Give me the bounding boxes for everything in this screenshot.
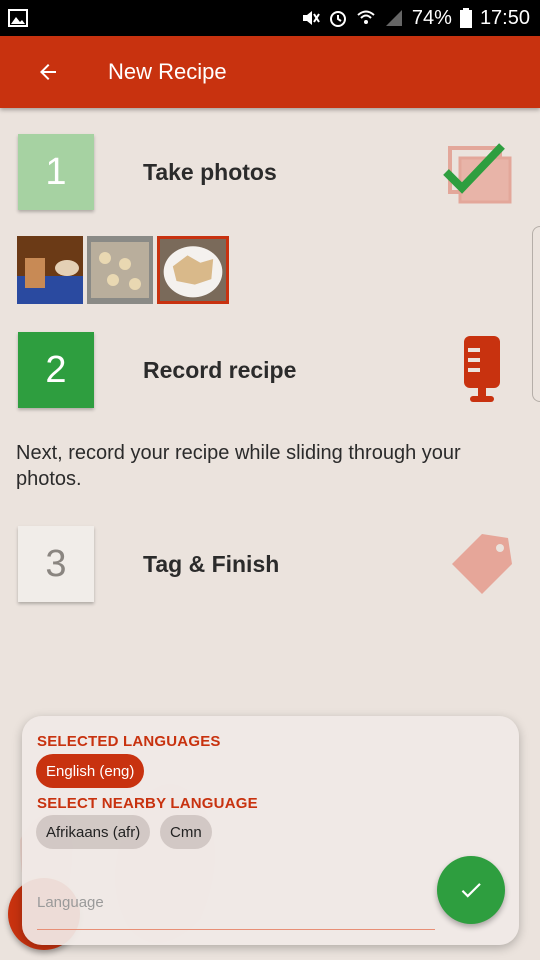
photo-strip (17, 236, 229, 304)
page-title: New Recipe (108, 59, 227, 84)
status-bar: 74% 17:50 (0, 0, 540, 36)
battery-icon (459, 8, 472, 28)
nearby-language-heading: SELECT NEARBY LANGUAGE (37, 795, 258, 812)
step-label: Record recipe (143, 356, 297, 383)
step-number: 1 (18, 134, 94, 210)
photo-thumbnail[interactable] (87, 236, 153, 304)
wifi-icon (357, 10, 375, 24)
photo-thumbnail-selected[interactable] (157, 236, 229, 304)
step-record-recipe[interactable]: 2 Record recipe (18, 332, 518, 408)
alarm-icon (329, 11, 346, 27)
selected-languages-heading: SELECTED LANGUAGES (37, 733, 221, 750)
back-button[interactable] (20, 44, 76, 100)
language-chip-selected[interactable]: English (eng) (36, 754, 145, 788)
step-number: 3 (18, 526, 94, 602)
tag-icon (452, 534, 512, 594)
step-tag-finish[interactable]: 3 Tag & Finish (18, 526, 518, 602)
photo-thumbnail[interactable] (17, 236, 83, 304)
check-icon (461, 883, 481, 898)
confirm-language-button[interactable] (437, 856, 505, 924)
step-description: Next, record your recipe while sliding t… (16, 442, 461, 490)
photos-check-icon (443, 143, 512, 204)
step-label: Take photos (143, 158, 277, 185)
microphone-icon (464, 336, 500, 402)
language-chip-nearby[interactable]: Afrikaans (afr) (36, 815, 151, 849)
gallery-notification-icon (8, 9, 28, 27)
step-take-photos[interactable]: 1 Take photos (18, 134, 518, 210)
app-bar: New Recipe (0, 36, 540, 108)
mute-icon (302, 11, 320, 25)
side-drawer-handle[interactable] (532, 226, 540, 402)
language-input[interactable] (37, 876, 435, 930)
clock: 17:50 (479, 6, 530, 29)
signal-icon (385, 10, 402, 26)
language-chip-nearby[interactable]: Cmn (160, 815, 212, 849)
step-label: Tag & Finish (143, 550, 280, 577)
battery-percent: 74% (411, 6, 452, 29)
arrow-back-icon (40, 64, 56, 80)
step-number: 2 (18, 332, 94, 408)
